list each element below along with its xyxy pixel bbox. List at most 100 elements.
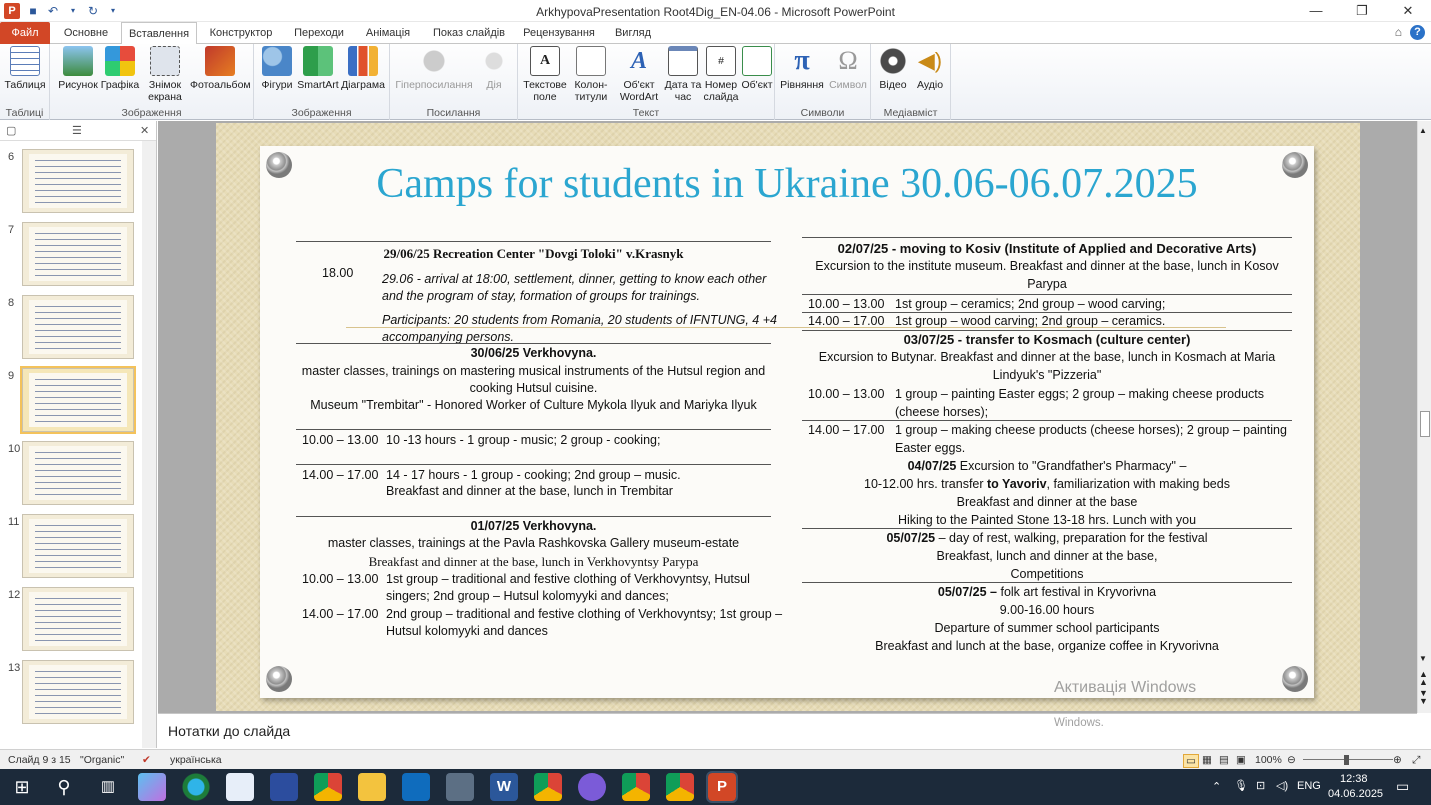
zoom-slider-thumb[interactable] xyxy=(1344,755,1349,765)
slide-thumbnail[interactable] xyxy=(22,149,134,213)
chrome-window-icon[interactable] xyxy=(666,773,694,801)
notes-placeholder[interactable]: Нотатки до слайда xyxy=(168,723,290,739)
photo-album-button[interactable]: Фотоальбом xyxy=(190,46,251,91)
slide-thumbnail[interactable] xyxy=(22,514,134,578)
network-icon[interactable]: ⊡ xyxy=(1256,779,1265,792)
equation-button[interactable]: π Рівняння xyxy=(779,46,825,92)
scroll-down-icon[interactable]: ▼ xyxy=(1419,654,1427,663)
slide-sorter-icon[interactable]: ▦ xyxy=(1202,754,1212,766)
edge-icon[interactable] xyxy=(182,773,210,801)
notifications-icon[interactable]: ▭ xyxy=(1396,778,1409,795)
volume-icon[interactable]: ◁) xyxy=(1276,779,1288,792)
normal-view-icon[interactable]: ▭ xyxy=(1183,754,1199,768)
notes-pane[interactable]: Нотатки до слайда xyxy=(158,713,1417,748)
slide-thumbnail[interactable] xyxy=(22,222,134,286)
slide-title[interactable]: Camps for students in Ukraine 30.06-06.0… xyxy=(260,160,1314,208)
help-icon[interactable]: ? xyxy=(1410,25,1425,40)
slide-thumbnail[interactable] xyxy=(22,587,134,651)
video-button[interactable]: Відео xyxy=(875,46,911,91)
word-icon[interactable]: W xyxy=(490,773,518,801)
table-button[interactable]: Таблиця xyxy=(3,46,47,91)
tab-design[interactable]: Конструктор xyxy=(202,22,280,44)
next-slide-icon[interactable]: ▼ ▼ xyxy=(1419,689,1428,706)
zoom-in-icon[interactable]: ⊕ xyxy=(1393,754,1402,766)
spellcheck-icon[interactable]: ✔ xyxy=(142,754,151,766)
clock-time[interactable]: 12:38 xyxy=(1340,773,1368,785)
tab-home[interactable]: Основне xyxy=(54,22,118,44)
store-icon[interactable] xyxy=(226,773,254,801)
thumbnail-scrollbar[interactable] xyxy=(142,141,156,748)
date-time-button[interactable]: Дата та час xyxy=(664,46,702,103)
slide-thumbnail[interactable] xyxy=(22,660,134,724)
close-button[interactable]: ✕ xyxy=(1385,0,1431,22)
powerpoint-logo-icon[interactable]: P xyxy=(4,3,20,19)
tab-view[interactable]: Вигляд xyxy=(605,22,661,44)
group-label-images: Зображення xyxy=(121,107,182,119)
slide-thumbnail[interactable] xyxy=(20,366,136,434)
scroll-thumb[interactable] xyxy=(1420,411,1430,437)
action-button[interactable]: Дія xyxy=(476,46,512,91)
save-icon[interactable]: ■ xyxy=(26,4,40,18)
close-pane-icon[interactable]: ✕ xyxy=(140,124,149,137)
microphone-icon[interactable]: 🎙 xyxy=(1234,779,1248,792)
slide-vertical-scrollbar[interactable]: ▲ ▼ ▲ ▲ ▼ ▼ xyxy=(1417,121,1431,713)
wordart-button[interactable]: A Об'єкт WordArt xyxy=(614,46,664,103)
tab-file[interactable]: Файл xyxy=(0,22,50,44)
chrome-icon[interactable] xyxy=(314,773,342,801)
undo-icon[interactable]: ↶ xyxy=(46,4,60,18)
previous-slide-icon[interactable]: ▲ ▲ xyxy=(1419,670,1428,687)
tab-slideshow[interactable]: Показ слайдів xyxy=(425,22,513,44)
collapse-ribbon-icon[interactable]: ⌂ xyxy=(1395,25,1402,40)
search-icon[interactable]: ⚲ xyxy=(50,773,78,801)
reading-view-icon[interactable]: ▤ xyxy=(1219,754,1229,766)
scroll-up-icon[interactable]: ▲ xyxy=(1419,126,1427,135)
hyperlink-button[interactable]: Гіперпосилання xyxy=(394,46,474,91)
slide[interactable]: Camps for students in Ukraine 30.06-06.0… xyxy=(216,123,1360,711)
powerpoint-taskbar-icon[interactable]: P xyxy=(706,771,738,803)
redo-icon[interactable]: ↻ xyxy=(86,4,100,18)
language-indicator[interactable]: українська xyxy=(170,754,222,766)
save-app-icon[interactable] xyxy=(270,773,298,801)
tab-review[interactable]: Рецензування xyxy=(518,22,600,44)
outline-tab-icon[interactable]: ☰ xyxy=(72,124,82,137)
clock-date[interactable]: 04.06.2025 xyxy=(1328,788,1383,800)
shapes-button[interactable]: Фігури xyxy=(258,46,296,91)
customize-qat-icon[interactable]: ▾ xyxy=(106,4,120,18)
minimize-button[interactable]: — xyxy=(1293,0,1339,22)
zoom-level[interactable]: 100% xyxy=(1255,754,1282,766)
outlook-icon[interactable] xyxy=(402,773,430,801)
restore-button[interactable]: ❐ xyxy=(1339,0,1385,22)
file-explorer-icon[interactable] xyxy=(358,773,386,801)
undo-dropdown-icon[interactable]: ▾ xyxy=(66,4,80,18)
fit-to-window-icon[interactable]: ⤢ xyxy=(1412,754,1420,767)
chrome-profile-icon[interactable] xyxy=(534,773,562,801)
tab-insert[interactable]: Вставлення xyxy=(121,22,197,45)
tab-transitions[interactable]: Переходи xyxy=(287,22,351,44)
keyboard-language[interactable]: ENG xyxy=(1297,780,1321,792)
chart-button[interactable]: Діаграма xyxy=(340,46,386,91)
picture-button[interactable]: Рисунок xyxy=(56,46,100,91)
calculator-icon[interactable] xyxy=(446,773,474,801)
textbox-button[interactable]: A Текстове поле xyxy=(522,46,568,103)
slide-thumbnail[interactable] xyxy=(22,295,134,359)
symbol-button[interactable]: Ω Символ xyxy=(827,46,869,91)
theme-name[interactable]: "Organic" xyxy=(80,754,124,766)
smartart-button[interactable]: SmartArt xyxy=(296,46,340,91)
clipart-button[interactable]: Графіка xyxy=(100,46,140,91)
viber-icon[interactable] xyxy=(578,773,606,801)
audio-button[interactable]: ◀) Аудіо xyxy=(913,46,947,91)
slide-thumbnail[interactable] xyxy=(22,441,134,505)
windows-start-icon[interactable]: ⊞ xyxy=(8,773,36,801)
copilot-icon[interactable] xyxy=(138,773,166,801)
screenshot-button[interactable]: Знімок екрана xyxy=(142,46,188,103)
zoom-out-icon[interactable]: ⊖ xyxy=(1287,754,1296,766)
object-button[interactable]: Об'єкт xyxy=(740,46,774,91)
header-footer-button[interactable]: Колон-титули xyxy=(570,46,612,103)
tab-animations[interactable]: Анімація xyxy=(358,22,418,44)
tray-chevron-icon[interactable]: ⌃ xyxy=(1212,780,1221,793)
slide-number-button[interactable]: # Номер слайда xyxy=(702,46,740,103)
slides-tab-icon[interactable]: ▢ xyxy=(6,124,16,137)
task-view-icon[interactable]: ▥ xyxy=(94,773,122,801)
slideshow-icon[interactable]: ▣ xyxy=(1236,754,1246,766)
chrome-window-icon[interactable] xyxy=(622,773,650,801)
